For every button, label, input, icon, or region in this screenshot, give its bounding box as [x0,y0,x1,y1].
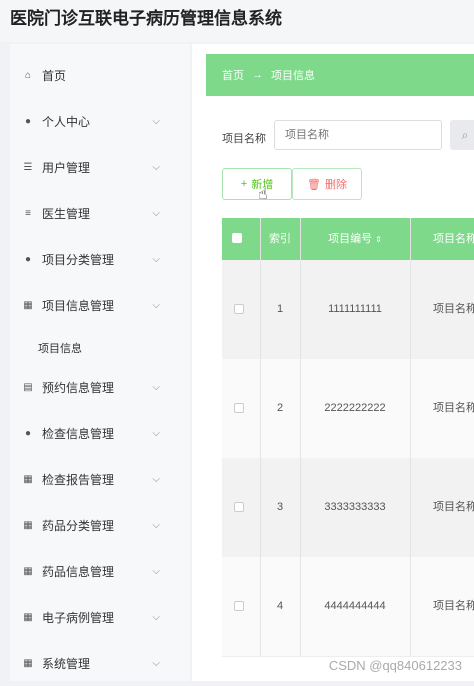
header-code-label: 项目编号 [328,233,373,245]
row-checkbox[interactable] [234,502,244,512]
breadcrumb: 首页 → 项目信息 [206,54,474,96]
document-icon: ▤ [23,381,33,393]
column-divider [300,218,301,656]
sidebar-item-label: 系统管理 [42,656,91,671]
cell-code: 3333333333 [324,501,386,513]
sidebar-item-label: 用户管理 [42,160,91,175]
app-title: 医院门诊互联电子病历管理信息系统 [0,0,474,42]
sidebar-item-exams[interactable]: ● 检查信息管理 ⌵ [10,410,190,456]
sidebar-item-appointments[interactable]: ▤ 预约信息管理 ⌵ [10,364,190,410]
header-index: 索引 [269,233,291,245]
sidebar-item-label: 检查报告管理 [42,472,115,487]
sidebar-item-label: 药品分类管理 [42,518,115,533]
grid-icon: ▦ [23,519,33,531]
cell-code: 4444444444 [324,600,386,612]
sidebar: ⌂ 首页 ● 个人中心 ⌵ ☰ 用户管理 ⌵ ≡ 医生管理 ⌵ ● 项目分类管理… [10,44,190,681]
chevron-down-icon: ⌵ [152,611,160,623]
cell-index: 3 [276,501,284,513]
chevron-down-icon: ⌵ [152,253,160,265]
sidebar-item-label: 药品信息管理 [42,564,115,579]
cell-name: 项目名称 [433,402,474,414]
breadcrumb-home[interactable]: 首页 [222,67,244,83]
plus-icon: + [240,178,248,190]
sidebar-item-label: 医生管理 [42,206,91,221]
delete-button[interactable]: 🗑 删除 [292,168,362,200]
grid-icon: ▦ [23,473,33,485]
add-button[interactable]: + 新增 [222,168,292,200]
cell-code: 1111111111 [328,303,382,315]
sidebar-item-home[interactable]: ⌂ 首页 [10,52,190,98]
sidebar-item-label: 项目信息管理 [42,298,115,313]
sidebar-item-label: 项目分类管理 [42,252,115,267]
grid-icon: ▦ [23,565,33,577]
sidebar-item-doctors[interactable]: ≡ 医生管理 ⌵ [10,190,190,236]
user-icon: ● [24,427,32,439]
list-icon: ≡ [25,207,31,219]
row-checkbox[interactable] [234,601,244,611]
user-icon: ● [24,115,32,127]
home-icon: ⌂ [24,69,32,81]
sidebar-item-project-category[interactable]: ● 项目分类管理 ⌵ [10,236,190,282]
sliders-icon: ☰ [23,161,33,173]
sidebar-item-label: 首页 [42,68,67,83]
cell-index: 1 [276,303,284,315]
sidebar-item-label: 电子病例管理 [42,610,115,625]
chevron-down-icon: ⌵ [152,207,160,219]
sidebar-item-system[interactable]: ▦ 系统管理 ⌵ [10,640,190,686]
chevron-down-icon: ⌵ [152,657,160,669]
header-name: 项目名称 [433,233,474,245]
breadcrumb-current: 项目信息 [271,70,315,82]
sidebar-item-reports[interactable]: ▦ 检查报告管理 ⌵ [10,456,190,502]
cell-index: 4 [276,600,284,612]
row-checkbox[interactable] [234,304,244,314]
sidebar-item-drug-category[interactable]: ▦ 药品分类管理 ⌵ [10,502,190,548]
column-divider [260,218,261,656]
breadcrumb-arrow-icon: → [252,69,263,81]
cell-index: 2 [276,402,284,414]
cell-code: 2222222222 [324,402,386,414]
search-button[interactable]: ⌕ [450,120,474,150]
watermark: CSDN @qq840612233 [328,658,462,673]
sidebar-item-label: 个人中心 [42,114,91,129]
search-label: 项目名称 [222,133,266,145]
sidebar-item-medical-records[interactable]: ▦ 电子病例管理 ⌵ [10,594,190,640]
sidebar-item-users[interactable]: ☰ 用户管理 ⌵ [10,144,190,190]
chevron-down-icon: ⌵ [152,161,160,173]
sidebar-item-label: 预约信息管理 [42,380,115,395]
sort-icon: ⇕ [375,235,382,244]
chevron-down-icon: ⌵ [152,473,160,485]
chevron-down-icon: ⌵ [152,115,160,127]
sidebar-item-profile[interactable]: ● 个人中心 ⌵ [10,98,190,144]
sidebar-item-label: 检查信息管理 [42,426,115,441]
delete-button-label: 删除 [324,179,347,191]
main-content: 首页 → 项目信息 项目名称 ⌕ + 新增 🗑 删除 ☝ 索引 项目编号 ⇕ 项… [192,44,474,681]
column-divider [410,218,411,656]
grid-icon: ▦ [23,611,33,623]
chevron-down-icon: ⌵ [152,519,160,531]
bulb-icon: ● [24,253,32,265]
hand-cursor-icon: ☝ [258,186,268,203]
trash-icon: 🗑 [307,178,321,191]
search-icon: ⌕ [461,128,469,142]
chevron-down-icon: ⌵ [152,299,160,311]
row-checkbox[interactable] [234,403,244,413]
chevron-down-icon: ⌵ [152,427,160,439]
cell-name: 项目名称 [433,600,474,612]
sidebar-item-project-info[interactable]: ▦ 项目信息管理 ⌵ [10,282,190,328]
cell-name: 项目名称 [433,303,474,315]
header-code[interactable]: 项目编号 ⇕ [300,218,410,260]
search-input[interactable] [274,120,442,150]
sidebar-subitem-project-info[interactable]: 项目信息 [38,340,82,356]
select-all-checkbox[interactable] [232,233,242,243]
chevron-down-icon: ⌵ [152,565,160,577]
chevron-down-icon: ⌵ [152,381,160,393]
grid-icon: ▦ [23,299,33,311]
cell-name: 项目名称 [433,501,474,513]
sidebar-item-drug-info[interactable]: ▦ 药品信息管理 ⌵ [10,548,190,594]
grid-icon: ▦ [23,657,33,669]
